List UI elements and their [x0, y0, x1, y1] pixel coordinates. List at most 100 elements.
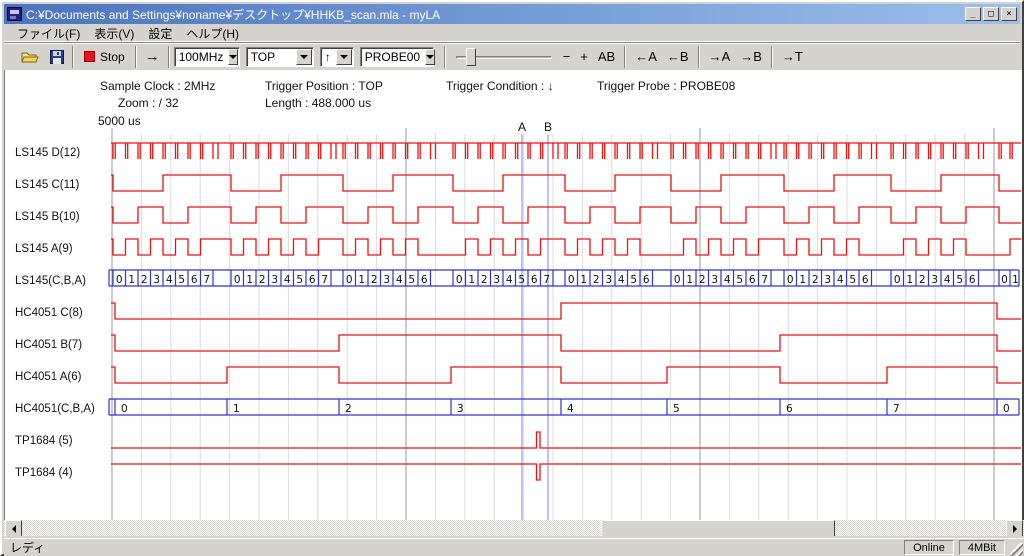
- sample-clock-value: 100MHz: [175, 50, 228, 64]
- ls145-bus-value: 1: [128, 274, 135, 286]
- ls145-bus-value: 3: [824, 274, 831, 286]
- zoom-slider-thumb[interactable]: [466, 48, 476, 66]
- horizontal-scrollbar[interactable]: [4, 520, 1024, 537]
- ls145-bus-value: 5: [736, 274, 743, 286]
- zoom-in-button[interactable]: +: [575, 46, 593, 68]
- ls145-bus-value: 7: [543, 274, 550, 286]
- trigger-probe-select[interactable]: PROBE00: [360, 47, 434, 67]
- ls145-bus-value: 1: [799, 274, 806, 286]
- zoom-slider[interactable]: [454, 46, 554, 68]
- ls145-bus-value: 2: [481, 274, 488, 286]
- ls145-bus-value: 3: [383, 274, 390, 286]
- channel-label[interactable]: LS145 A(9): [15, 243, 73, 255]
- ls145-bus-value: 4: [944, 274, 951, 286]
- ls145-bus-value: 3: [153, 274, 160, 286]
- close-button[interactable]: ×: [1001, 7, 1017, 21]
- ls145-bus-value: 5: [956, 274, 963, 286]
- goto-b-button[interactable]: →B: [735, 46, 767, 68]
- ls145-bus-value: 1: [358, 274, 365, 286]
- hc4051-bus-value: 4: [567, 403, 574, 415]
- toolbar-separator: [771, 46, 773, 68]
- ls145-bus-value: 2: [812, 274, 819, 286]
- ls145-bus-value: 0: [568, 274, 575, 286]
- menu-help[interactable]: ヘルプ(H): [179, 24, 246, 43]
- open-file-button[interactable]: [18, 46, 41, 68]
- channel-label[interactable]: HC4051(C,B,A): [15, 403, 95, 415]
- ls145-bus-value: 5: [849, 274, 856, 286]
- ls145-bus-value: 0: [674, 274, 681, 286]
- minimize-button[interactable]: _: [965, 7, 981, 21]
- ls145-bus-value: 4: [506, 274, 513, 286]
- channel-label[interactable]: HC4051 C(8): [15, 307, 83, 319]
- channel-label[interactable]: LS145 D(12): [15, 147, 80, 159]
- cursor-a-set-button[interactable]: ←A: [630, 46, 662, 68]
- ls145-bus-value: 1: [246, 274, 253, 286]
- menu-settings[interactable]: 設定: [141, 24, 179, 43]
- cursor-b-set-button[interactable]: ←B: [662, 46, 694, 68]
- ls145-bus-value: 2: [141, 274, 148, 286]
- stop-button[interactable]: Stop: [78, 46, 131, 68]
- ls145-bus-value: 4: [284, 274, 291, 286]
- toolbar-separator: [444, 46, 446, 68]
- ls145-bus-value: 7: [321, 274, 328, 286]
- ls145-bus-value: 2: [371, 274, 378, 286]
- stop-label: Stop: [100, 50, 125, 64]
- ab-button[interactable]: AB: [593, 46, 620, 68]
- save-floppy-icon: [50, 50, 64, 64]
- goto-trigger-button[interactable]: →T: [777, 46, 808, 68]
- ls145-bus-value: 6: [969, 274, 976, 286]
- scroll-left-button[interactable]: [5, 520, 22, 537]
- ls145-bus-value: 6: [421, 274, 428, 286]
- scrollbar-thumb[interactable]: [601, 520, 835, 537]
- ls145-bus-value: 4: [618, 274, 625, 286]
- run-button[interactable]: →: [141, 46, 164, 68]
- trigger-edge-select[interactable]: ↑: [320, 47, 354, 67]
- ls145-c-wave: [111, 175, 1021, 191]
- resize-grip-icon[interactable]: [1010, 543, 1023, 556]
- maximize-button[interactable]: □: [983, 7, 999, 21]
- ls145-bus-value: 1: [1012, 274, 1019, 286]
- app-window: C:¥Documents and Settings¥noname¥デスクトップ¥…: [0, 0, 1024, 556]
- title-bar: C:¥Documents and Settings¥noname¥デスクトップ¥…: [4, 4, 1020, 24]
- channel-label[interactable]: TP1684 (5): [15, 435, 73, 447]
- waveform-area: Sample Clock : 2MHz Trigger Position : T…: [4, 70, 1022, 520]
- dropdown-arrow-icon[interactable]: [296, 49, 312, 65]
- dropdown-arrow-icon[interactable]: [336, 49, 352, 65]
- cursor-a-label[interactable]: A: [518, 120, 526, 134]
- toolbar-separator: [135, 46, 137, 68]
- ls145-bus-value: 0: [456, 274, 463, 286]
- channel-label[interactable]: HC4051 A(6): [15, 371, 81, 383]
- goto-a-button[interactable]: →A: [704, 46, 736, 68]
- channel-label[interactable]: LS145 C(11): [15, 179, 79, 191]
- trigger-position-value: TOP: [247, 50, 295, 64]
- hc4051-bus-value: 0: [1003, 403, 1010, 415]
- zoom-out-button[interactable]: −: [558, 46, 576, 68]
- channel-label[interactable]: LS145(C,B,A): [15, 275, 86, 287]
- ls145-bus-value: 6: [862, 274, 869, 286]
- dropdown-arrow-icon[interactable]: [425, 49, 435, 65]
- ls145-bus-value: 5: [518, 274, 525, 286]
- status-ready-text: レディ: [4, 539, 904, 556]
- ls145-bus-value: 1: [468, 274, 475, 286]
- trigger-probe-value: PROBE00: [361, 50, 424, 64]
- sample-clock-select[interactable]: 100MHz: [174, 47, 240, 67]
- waveform-plot: 0123456701234567012345601234567012345601…: [5, 70, 1022, 520]
- scroll-right-button[interactable]: [1006, 520, 1023, 537]
- channel-label[interactable]: TP1684 (4): [15, 467, 73, 479]
- ls145-bus-value: 2: [699, 274, 706, 286]
- ls145-bus-value: 2: [919, 274, 926, 286]
- hc4051-bus-value: 3: [457, 403, 464, 415]
- dropdown-arrow-icon[interactable]: [228, 49, 238, 65]
- hc4051-a-wave: [111, 367, 1021, 383]
- menu-file[interactable]: ファイル(F): [10, 24, 87, 43]
- channel-label[interactable]: HC4051 B(7): [15, 339, 82, 351]
- ls145-a-wave: [111, 239, 1021, 255]
- trigger-position-select[interactable]: TOP: [246, 47, 314, 67]
- channel-label[interactable]: LS145 B(10): [15, 211, 80, 223]
- menu-view[interactable]: 表示(V): [87, 24, 141, 43]
- cursor-b-label[interactable]: B: [544, 120, 552, 134]
- ls145-bus-value: 1: [686, 274, 693, 286]
- ls145-bus-value: 5: [408, 274, 415, 286]
- hc4051-b-wave: [111, 335, 1021, 351]
- save-button[interactable]: [45, 46, 68, 68]
